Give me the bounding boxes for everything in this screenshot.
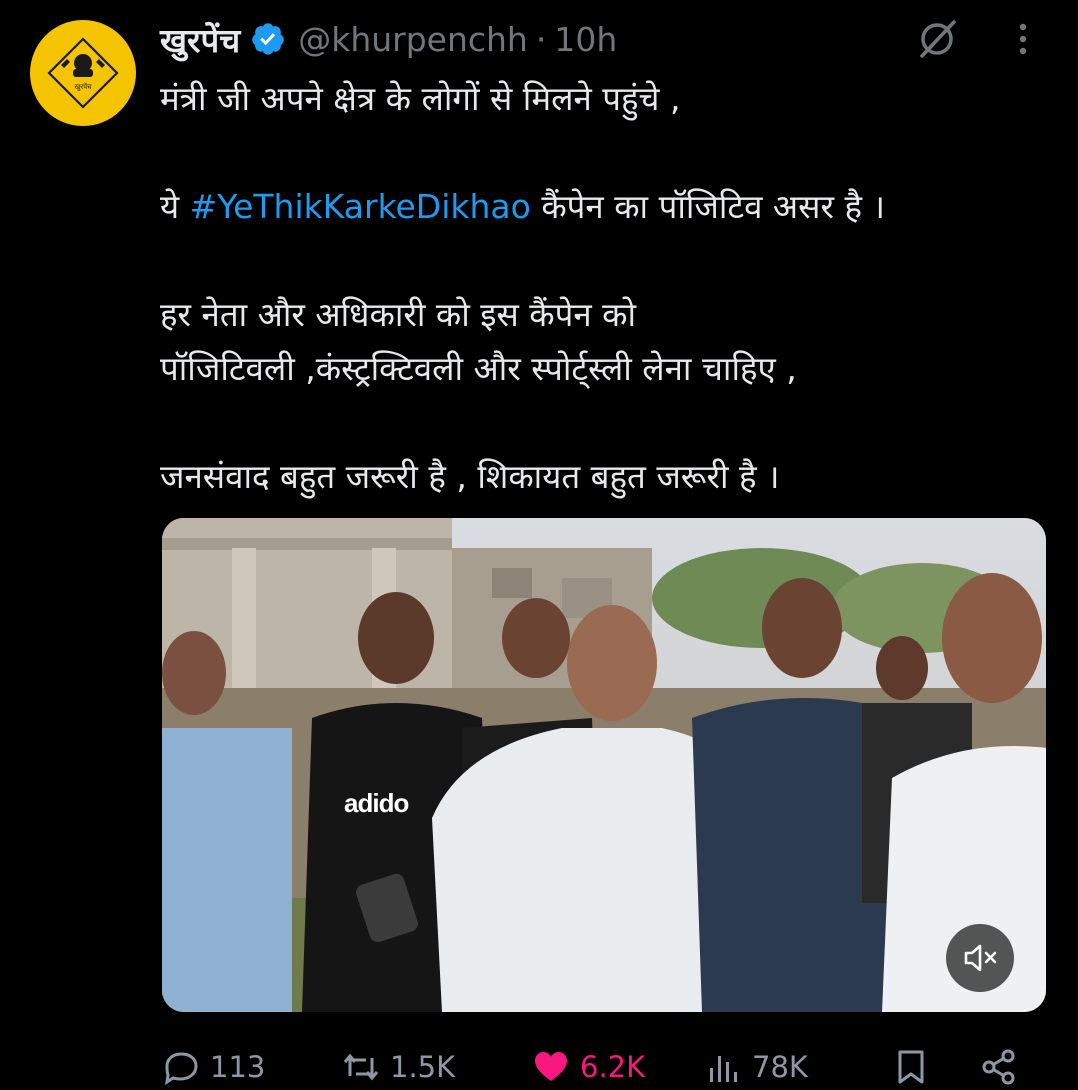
video-frame xyxy=(162,518,1046,1012)
repost-icon xyxy=(343,1053,379,1081)
tweet-text: मंत्री जी अपने क्षेत्र के लोगों से मिलने… xyxy=(160,72,1060,504)
avatar-logo-icon: खुरपेंच xyxy=(47,37,119,109)
tweet-video[interactable]: adido xyxy=(162,518,1046,1012)
views-button[interactable]: 78K xyxy=(704,1040,808,1090)
timestamp[interactable]: 10h xyxy=(554,20,617,59)
grok-icon[interactable] xyxy=(914,16,960,62)
views-icon xyxy=(710,1056,737,1082)
like-count: 6.2K xyxy=(580,1050,646,1084)
avatar-text: खुरपेंच xyxy=(74,82,92,91)
separator-dot: · xyxy=(535,19,547,59)
hashtag-link[interactable]: #YeThikKarkeDikhao xyxy=(190,187,531,226)
repost-button[interactable]: 1.5K xyxy=(342,1040,455,1090)
bookmark-icon xyxy=(898,1050,924,1084)
like-button[interactable]: 6.2K xyxy=(532,1040,645,1090)
bookmark-button[interactable] xyxy=(892,1040,930,1090)
avatar[interactable]: खुरपेंच xyxy=(30,20,136,126)
muted-speaker-icon xyxy=(964,944,997,972)
shirt-text: adido xyxy=(344,788,409,818)
views-count: 78K xyxy=(752,1050,808,1084)
tweet-text-part2: कैंपेन का पॉजिटिव असर है । हर नेता और अध… xyxy=(160,187,885,496)
display-name[interactable]: खुरपेंच xyxy=(160,17,240,62)
action-bar: 113 1.5K 6.2K 78K xyxy=(162,1040,1042,1090)
more-icon[interactable] xyxy=(1008,18,1038,60)
verified-badge-icon xyxy=(252,23,284,55)
repost-count: 1.5K xyxy=(390,1050,456,1084)
share-button[interactable] xyxy=(980,1040,1018,1090)
mute-button[interactable] xyxy=(946,924,1014,992)
share-icon xyxy=(982,1049,1015,1085)
reply-count: 113 xyxy=(210,1050,266,1084)
reply-icon xyxy=(165,1052,198,1086)
reply-button[interactable]: 113 xyxy=(162,1040,265,1090)
handle[interactable]: @khurpenchh xyxy=(298,20,528,59)
tweet-header: खुरपेंच @khurpenchh · 10h xyxy=(160,14,617,64)
heart-icon xyxy=(535,1052,567,1081)
